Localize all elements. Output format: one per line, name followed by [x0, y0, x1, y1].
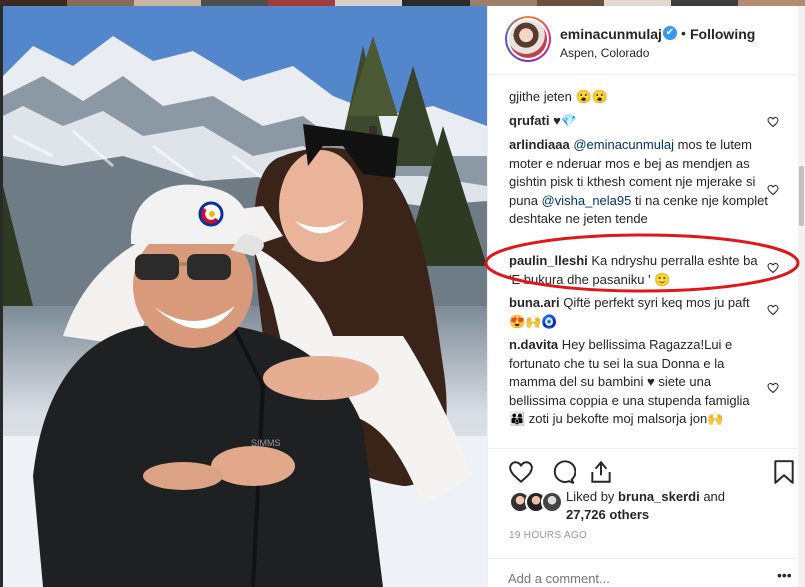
post-actions-bar	[488, 448, 802, 488]
liker-avatar[interactable]	[541, 491, 563, 513]
comment-mention[interactable]: @eminacunmulaj	[573, 137, 674, 152]
comment-item: arlindiaaa @eminacunmulaj mos te lutem m…	[509, 136, 769, 229]
comment-mention[interactable]: @visha_nela95	[542, 193, 632, 208]
page-scrollbar[interactable]	[798, 6, 805, 587]
share-icon[interactable]	[588, 459, 614, 485]
comment-like-heart-icon[interactable]	[767, 184, 779, 196]
liker-avatars	[509, 491, 569, 513]
comment-like-heart-icon[interactable]	[767, 116, 779, 128]
author-username[interactable]: eminacunmulaj	[560, 26, 662, 42]
comment-like-heart-icon[interactable]	[767, 382, 779, 394]
post-details-panel: eminacunmulaj ✔ • Following Aspen, Color…	[487, 6, 802, 587]
comments-list[interactable]: gjithe jeten 😮😮 qrufati ♥💎 arlindiaaa @e…	[488, 76, 802, 448]
post-header: eminacunmulaj ✔ • Following Aspen, Color…	[488, 6, 802, 75]
avatar-ring	[507, 18, 549, 60]
comment-input[interactable]	[508, 571, 748, 586]
comment-like-heart-icon[interactable]	[767, 304, 779, 316]
avatar-image	[509, 20, 547, 58]
verified-badge-icon: ✔	[663, 26, 677, 40]
photo-illustration: SIMMS	[3, 6, 487, 587]
liker-username[interactable]: bruna_skerdi	[618, 489, 700, 504]
location-link[interactable]: Aspen, Colorado	[560, 46, 649, 60]
likes-text: Liked by bruna_skerdi and 27,726 others	[566, 488, 756, 524]
comment-item: n.davita Hey bellissima Ragazza!Lui e fo…	[509, 336, 769, 429]
comment-username[interactable]: buna.ari	[509, 295, 560, 310]
add-comment-bar: •••	[488, 558, 802, 587]
comment-username[interactable]: arlindiaaa	[509, 137, 570, 152]
comment-username[interactable]: paulin_lleshi	[509, 253, 588, 268]
profile-avatar[interactable]	[505, 16, 551, 62]
comment-text: ♥💎	[553, 113, 577, 128]
comment-item: qrufati ♥💎	[509, 112, 769, 131]
following-button[interactable]: Following	[690, 26, 755, 42]
post-photo[interactable]: SIMMS	[3, 6, 487, 587]
comment-item: gjithe jeten 😮😮	[509, 88, 769, 107]
likes-prefix: Liked by	[566, 489, 619, 504]
comment-item: buna.ari Qiftë perfekt syri keq mos ju p…	[509, 294, 769, 331]
comment-like-heart-icon[interactable]	[767, 262, 779, 274]
likes-count-link[interactable]: 27,726 others	[566, 507, 649, 522]
post-timestamp[interactable]: 19 HOURS AGO	[509, 530, 587, 541]
likes-and: and	[699, 489, 726, 504]
more-options-icon[interactable]: •••	[777, 567, 792, 583]
comment-item: paulin_lleshi Ka ndryshu perralla eshte …	[509, 252, 769, 289]
like-heart-icon[interactable]	[508, 459, 534, 485]
comment-text: gjithe jeten 😮😮	[509, 89, 608, 104]
comment-icon[interactable]	[550, 459, 577, 485]
bookmark-icon[interactable]	[773, 459, 799, 485]
comment-username[interactable]: n.davita	[509, 337, 558, 352]
comment-username[interactable]: qrufati	[509, 113, 549, 128]
likes-summary: Liked by bruna_skerdi and 27,726 others	[488, 488, 802, 528]
separator-dot: •	[681, 25, 686, 41]
scrollbar-thumb[interactable]	[799, 166, 804, 226]
